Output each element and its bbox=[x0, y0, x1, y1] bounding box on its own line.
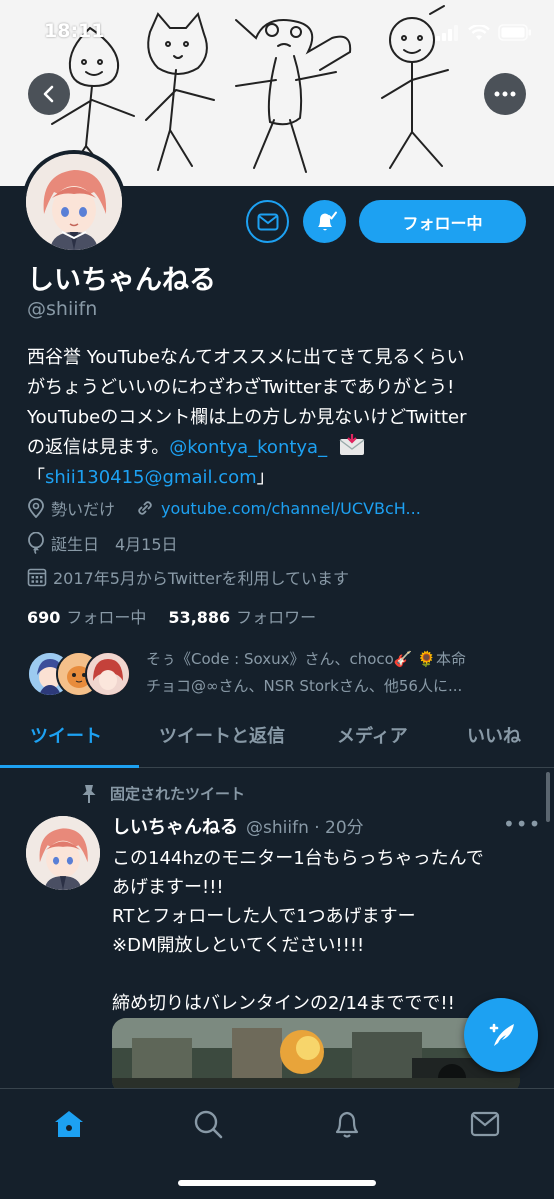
profile-birthday-row: 誕生日 4月15日 bbox=[27, 531, 178, 555]
tweet-text: この144hzのモニター1台もらっちゃったんで あげますー!!! RTとフォロー… bbox=[112, 848, 484, 1014]
link-icon bbox=[138, 501, 152, 515]
back-button[interactable] bbox=[28, 73, 70, 115]
home-indicator bbox=[178, 1180, 376, 1186]
status-icons bbox=[436, 24, 532, 41]
follower-avatar bbox=[85, 651, 131, 697]
tab-media[interactable]: メディア bbox=[337, 722, 408, 748]
bio-bracket: 「 bbox=[27, 467, 45, 488]
bio-line: の返信は見ます。@kontya_kontya_ bbox=[27, 433, 537, 463]
followed-by-avatars[interactable] bbox=[27, 651, 131, 699]
tweet-author-avatar[interactable] bbox=[26, 816, 100, 890]
battery-icon bbox=[498, 24, 531, 41]
follow-counts: 690 フォロー中 53,886 フォロワー bbox=[27, 604, 316, 628]
followers-count: 53,886 bbox=[168, 608, 231, 627]
bio-line: がちょうどいいのにわざわざTwitterまでありがとう! bbox=[27, 377, 455, 398]
followers-count-link[interactable]: 53,886 フォロワー bbox=[168, 604, 316, 628]
bio-line: 「shii130415@gmail.com」 bbox=[27, 463, 537, 493]
followed-by-line: そぅ《Code : Soxux》さん、choco🎸 🌻本命 bbox=[146, 650, 466, 668]
back-arrow-icon bbox=[43, 85, 54, 103]
profile-avatar[interactable] bbox=[22, 150, 126, 254]
compose-tweet-icon bbox=[489, 1023, 514, 1046]
nav-messages[interactable] bbox=[468, 1107, 502, 1141]
tweet-more-button[interactable]: ••• bbox=[503, 812, 541, 836]
profile-birthday: 誕生日 4月15日 bbox=[51, 535, 178, 554]
bio-text: の返信は見ます。 bbox=[27, 437, 170, 458]
calendar-icon bbox=[27, 568, 47, 587]
following-count-link[interactable]: 690 フォロー中 bbox=[27, 604, 146, 628]
profile-bio: 西谷誉 YouTubeなんてオススメに出てきて見るくらい がちょうどいいのにわざ… bbox=[27, 343, 537, 493]
tab-tweets-and-replies[interactable]: ツイートと返信 bbox=[159, 722, 285, 748]
tab-likes[interactable]: いいね bbox=[467, 722, 521, 748]
bell-check-icon bbox=[317, 211, 337, 230]
tweet-header: しいちゃんねる @shiifn · 20分 bbox=[112, 813, 532, 839]
profile-location-website-row: 勢いだけ youtube.com/channel/UCVBcH... bbox=[27, 496, 421, 520]
profile-display-name: しいちゃんねる bbox=[27, 265, 216, 296]
tab-tweets[interactable]: ツイート bbox=[30, 722, 102, 748]
messages-envelope-icon bbox=[470, 1111, 500, 1137]
tweet-author-name[interactable]: しいちゃんねる bbox=[112, 813, 238, 839]
search-icon bbox=[194, 1110, 223, 1139]
bio-mention-link[interactable]: @kontya_kontya_ bbox=[169, 437, 327, 458]
profile-handle: @shiifn bbox=[27, 298, 98, 320]
status-time: 18:11 bbox=[44, 20, 105, 42]
nav-notifications[interactable] bbox=[330, 1107, 364, 1141]
mail-icon bbox=[257, 213, 278, 230]
tweet-author-handle-time: @shiifn · 20分 bbox=[246, 818, 364, 838]
nav-home[interactable] bbox=[52, 1107, 86, 1141]
status-bar: 18:11 bbox=[0, 0, 554, 64]
profile-website-link[interactable]: youtube.com/channel/UCVBcH... bbox=[161, 499, 421, 518]
bio-line: YouTubeのコメント欄は上の方しか見ないけどTwitter bbox=[27, 407, 467, 428]
notifications-toggle-button[interactable] bbox=[303, 200, 346, 243]
location-pin-icon bbox=[28, 498, 44, 518]
pinned-label-text: 固定されたツイート bbox=[110, 785, 246, 803]
more-dots-icon bbox=[494, 91, 516, 97]
message-button[interactable] bbox=[246, 200, 289, 243]
profile-location: 勢いだけ bbox=[51, 500, 116, 519]
game-screenshot-image bbox=[112, 1018, 520, 1094]
profile-joined-date: 2017年5月からTwitterを利用しています bbox=[53, 569, 350, 588]
envelope-emoji-icon bbox=[339, 434, 365, 455]
following-button[interactable]: フォロー中 bbox=[359, 200, 526, 243]
home-icon bbox=[55, 1111, 83, 1137]
tweet-media-image[interactable] bbox=[112, 1018, 520, 1094]
profile-tabs: ツイート ツイートと返信 メディア いいね bbox=[0, 712, 554, 768]
active-tab-indicator bbox=[0, 765, 139, 768]
nav-search[interactable] bbox=[191, 1107, 225, 1141]
wifi-icon bbox=[468, 24, 490, 40]
pinned-tweet-label: 固定されたツイート bbox=[80, 783, 245, 804]
bio-bracket: 」 bbox=[256, 467, 275, 488]
signal-icon bbox=[436, 24, 458, 41]
balloon-icon bbox=[28, 532, 44, 554]
profile-joined-row: 2017年5月からTwitterを利用しています bbox=[27, 565, 349, 589]
followed-by-text[interactable]: そぅ《Code : Soxux》さん、choco🎸 🌻本命 チョコ@∞さん、NS… bbox=[146, 646, 528, 700]
avatar-image bbox=[26, 816, 100, 890]
pin-icon bbox=[82, 784, 96, 803]
bio-email-link[interactable]: shii130415@gmail.com bbox=[45, 467, 257, 488]
compose-tweet-button[interactable] bbox=[464, 998, 538, 1072]
followers-label: フォロワー bbox=[236, 608, 317, 627]
more-options-button[interactable] bbox=[484, 73, 526, 115]
followed-by-line: チョコ@∞さん、NSR Storkさん、他56人に... bbox=[146, 677, 463, 695]
bio-line: 西谷誉 YouTubeなんてオススメに出てきて見るくらい bbox=[27, 347, 465, 368]
following-label: フォロー中 bbox=[66, 608, 147, 627]
notifications-bell-icon bbox=[335, 1111, 359, 1138]
scrollbar-thumb[interactable] bbox=[546, 772, 550, 822]
avatar-image bbox=[26, 154, 122, 250]
following-count: 690 bbox=[27, 608, 61, 627]
